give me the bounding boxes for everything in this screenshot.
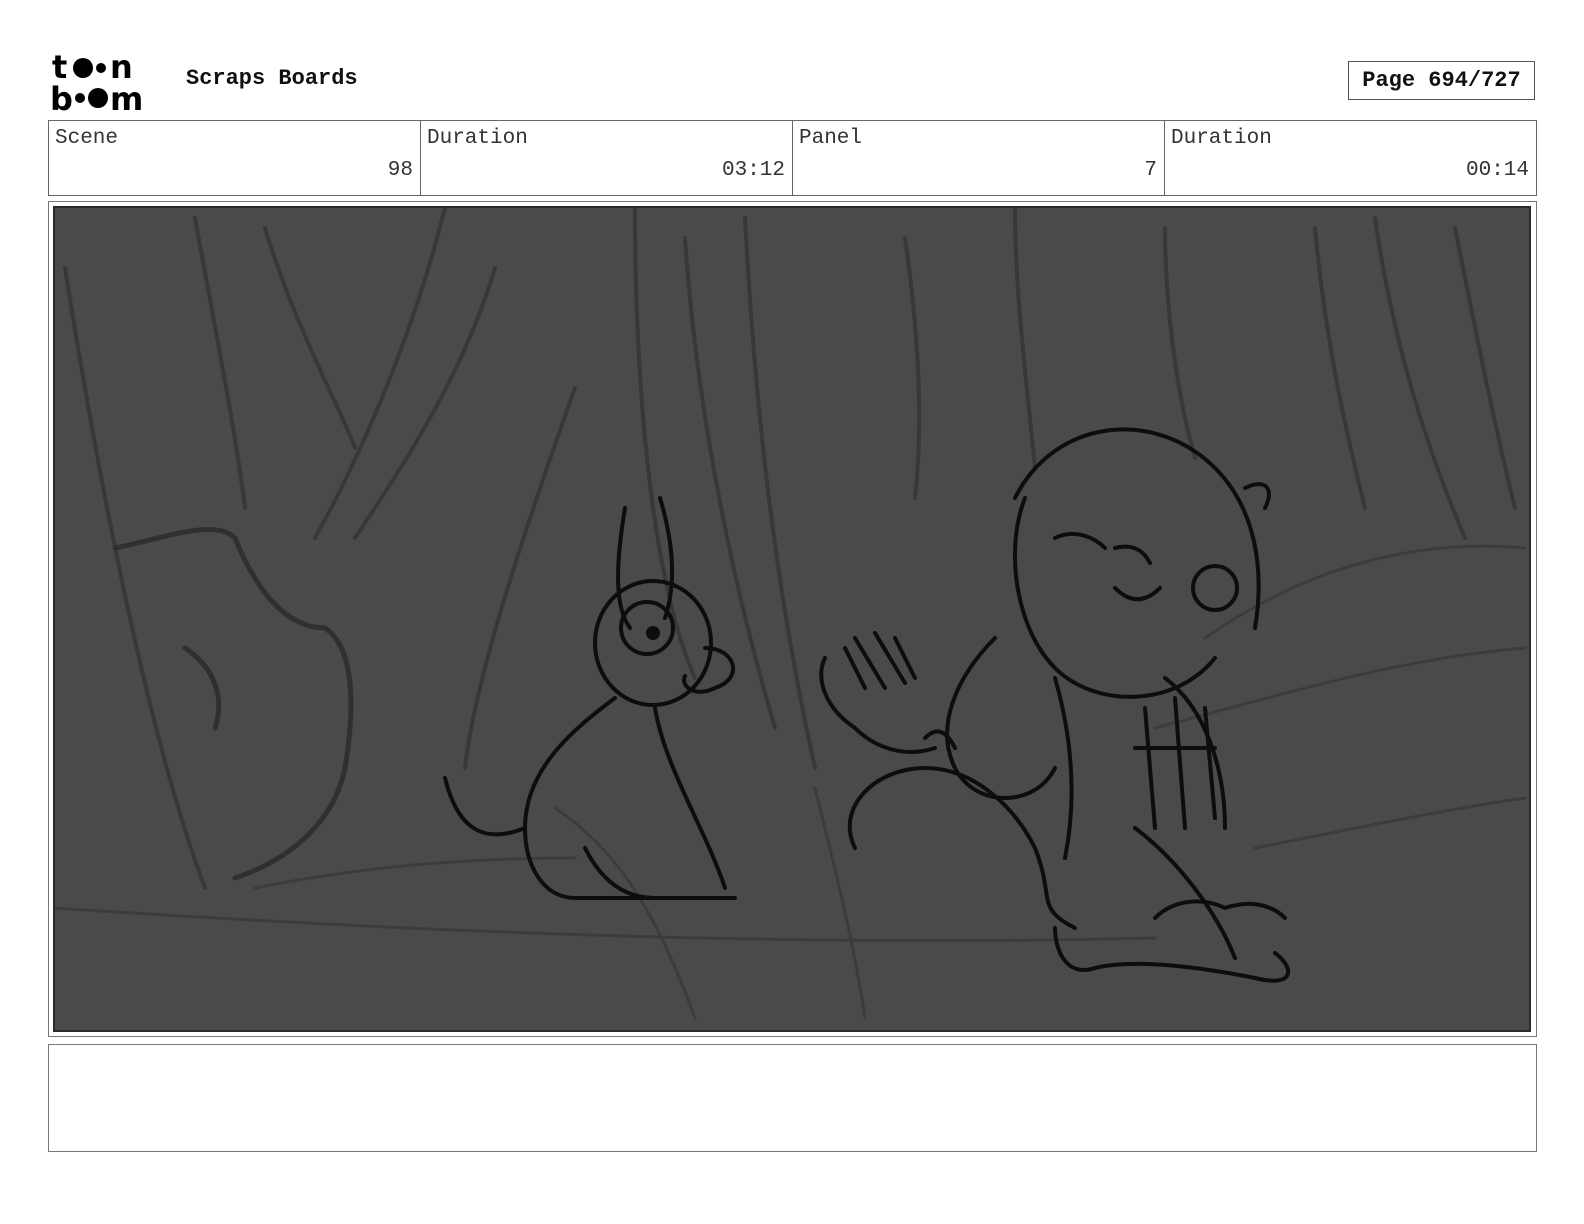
panel-cell: Panel 7 — [793, 121, 1165, 195]
scene-duration-value: 03:12 — [721, 159, 785, 182]
panel-duration-value: 00:14 — [1465, 159, 1529, 182]
toonboom-logo: t n b m — [50, 50, 143, 112]
panel-duration-cell: Duration 00:14 — [1165, 121, 1536, 195]
svg-text:m: m — [110, 80, 143, 112]
storyboard-panel-frame — [48, 201, 1537, 1037]
scene-cell: Scene 98 — [49, 121, 421, 195]
scene-duration-cell: Duration 03:12 — [421, 121, 793, 195]
scene-value: 98 — [387, 159, 413, 182]
storyboard-sketch-image — [53, 206, 1531, 1032]
app-title: Scraps Boards — [186, 66, 358, 91]
panel-value: 7 — [1144, 159, 1157, 182]
scene-label: Scene — [55, 127, 119, 150]
page-indicator: Page 694/727 — [1348, 61, 1535, 100]
panel-notes-box — [48, 1044, 1537, 1152]
panel-duration-label: Duration — [1171, 127, 1272, 150]
svg-text:b: b — [50, 80, 73, 112]
scene-duration-label: Duration — [427, 127, 528, 150]
info-table: Scene 98 Duration 03:12 Panel 7 Duration… — [48, 120, 1537, 196]
panel-label: Panel — [799, 127, 863, 150]
